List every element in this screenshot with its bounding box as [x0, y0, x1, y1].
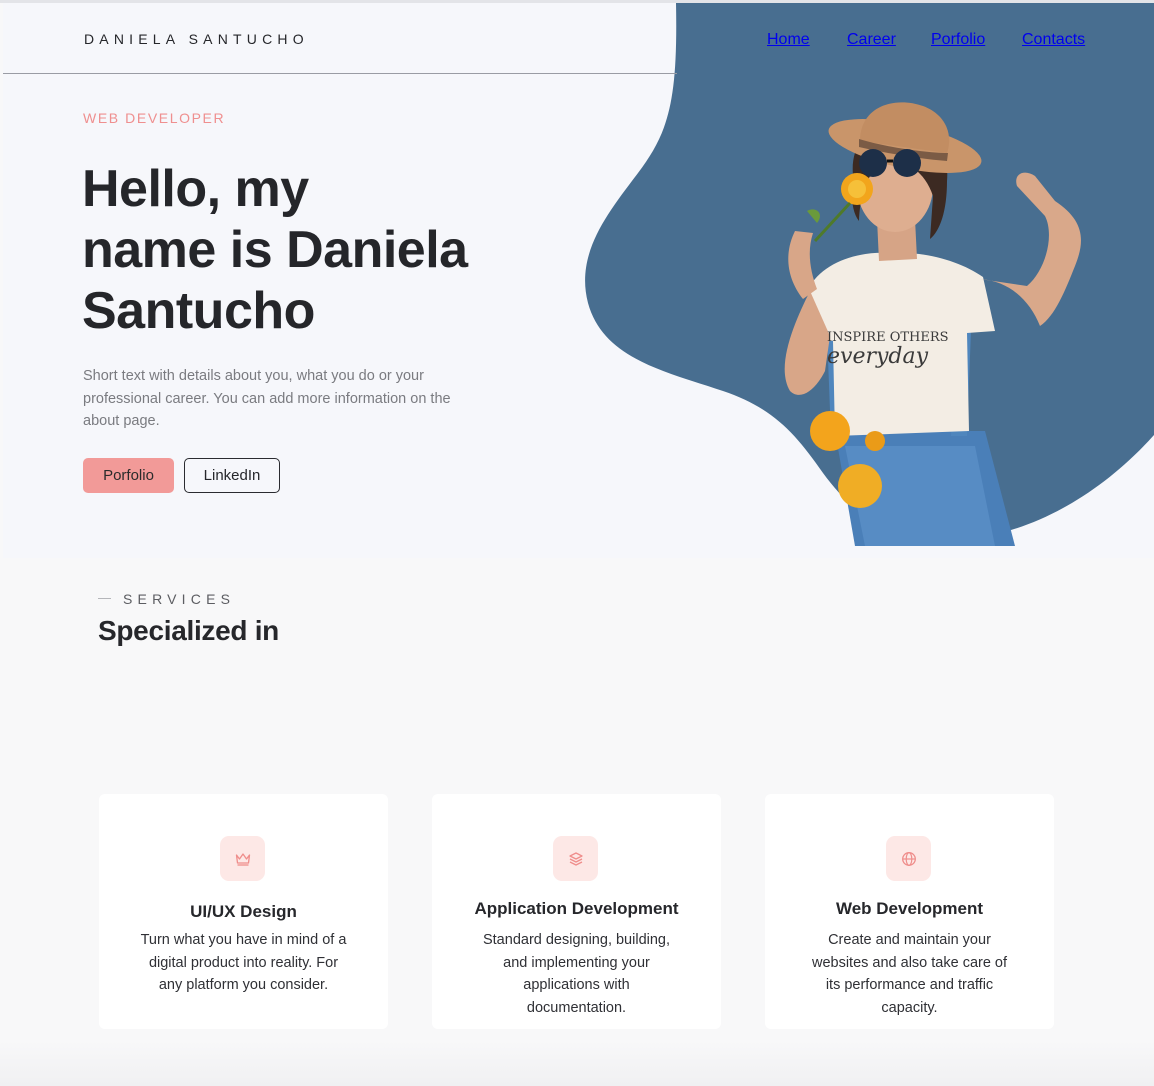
service-card-uiux[interactable]: UI/UX Design Turn what you have in mind …: [99, 794, 388, 1029]
hero-title-line-3: Santucho: [82, 282, 315, 340]
site-logo[interactable]: DANIELA SANTUCHO: [84, 31, 309, 47]
crown-icon: [220, 836, 265, 881]
layers-icon: [553, 836, 598, 881]
service-card-text: Turn what you have in mind of a digital …: [140, 932, 347, 993]
hero-section: DANIELA SANTUCHO Home Career Porfolio Co…: [3, 3, 1154, 558]
globe-icon: [886, 836, 931, 881]
nav-link-porfolio[interactable]: Porfolio: [931, 31, 985, 49]
hero-title-line-2: name is Daniela: [82, 221, 468, 279]
nav-link-career[interactable]: Career: [847, 31, 896, 49]
services-eyebrow-rule: [98, 598, 111, 599]
page: DANIELA SANTUCHO Home Career Porfolio Co…: [0, 0, 1154, 1086]
service-card-title: Web Development: [835, 899, 984, 918]
service-card-text: Standard designing, building, and implem…: [482, 932, 671, 1016]
linkedin-button[interactable]: LinkedIn: [184, 458, 280, 493]
service-card-app-development[interactable]: Application Development Standard designi…: [432, 794, 721, 1029]
services-title: Specialized in: [98, 615, 279, 646]
service-card-text: Create and maintain your websites and al…: [811, 932, 1008, 1016]
portrait-photo: INSPIRE OTHERS everyday: [784, 102, 1081, 546]
shirt-text-script: everyday: [827, 344, 929, 369]
shirt-text-top: INSPIRE OTHERS: [827, 330, 949, 345]
hero-description: Short text with details about you, what …: [83, 368, 451, 429]
services-eyebrow: SERVICES: [123, 591, 236, 607]
hero-eyebrow: WEB DEVELOPER: [83, 110, 226, 126]
hero-title: Hello, my name is Daniela Santucho: [82, 159, 522, 342]
service-card-title: UI/UX Design: [190, 902, 297, 921]
service-card-title: Application Development: [474, 899, 679, 918]
portfolio-button[interactable]: Porfolio: [83, 458, 174, 493]
page-bottom-shade: [0, 1040, 1154, 1086]
nav-link-contacts[interactable]: Contacts: [1022, 31, 1085, 49]
service-card-web-development[interactable]: Web Development Create and maintain your…: [765, 794, 1054, 1029]
header-divider: [3, 73, 677, 74]
hero-title-line-1: Hello, my: [82, 160, 309, 218]
nav-link-home[interactable]: Home: [767, 31, 810, 49]
